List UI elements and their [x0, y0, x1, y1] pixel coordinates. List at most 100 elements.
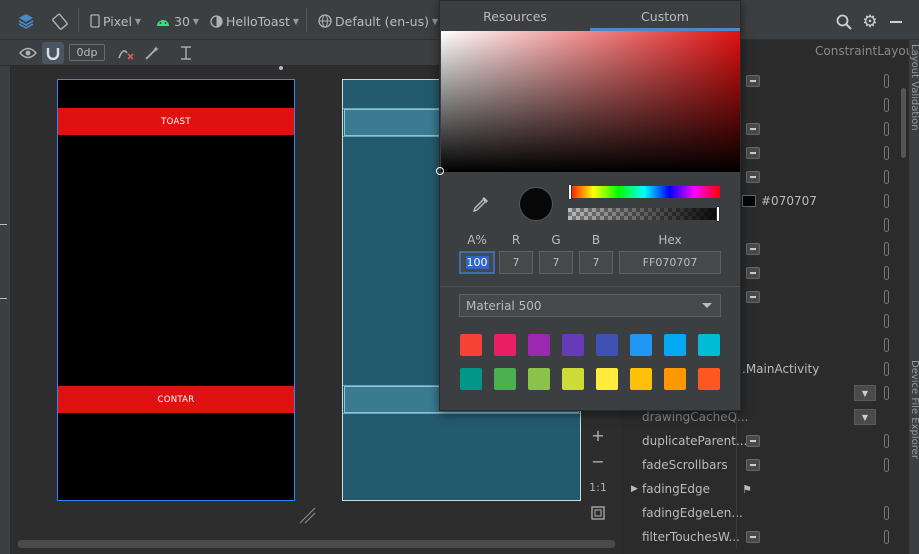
- chevron-down-icon[interactable]: ▼: [854, 409, 876, 425]
- attr-row: fadeScrollbars: [628, 453, 908, 477]
- color-swatch[interactable]: [460, 334, 482, 356]
- theme-selector[interactable]: HelloToast ▼: [210, 10, 299, 32]
- baseline-icon[interactable]: [176, 44, 196, 62]
- attr-toggle[interactable]: [884, 98, 889, 112]
- chevron-down-icon: ▼: [134, 16, 142, 26]
- attr-toggle[interactable]: [884, 362, 889, 376]
- remove-attr-button[interactable]: [746, 291, 760, 303]
- clear-constraints-icon[interactable]: [116, 44, 136, 62]
- gear-icon[interactable]: ⚙: [861, 12, 879, 32]
- zoom-out-button[interactable]: −: [585, 449, 611, 473]
- red-input[interactable]: 7: [499, 251, 533, 274]
- blue-input[interactable]: 7: [579, 251, 613, 274]
- device-file-explorer-tab[interactable]: Device File Explorer: [909, 360, 919, 459]
- green-input[interactable]: 7: [539, 251, 573, 274]
- attr-toggle[interactable]: [884, 506, 889, 520]
- horizontal-scrollbar[interactable]: [18, 540, 615, 548]
- remove-attr-button[interactable]: [746, 243, 760, 255]
- attr-toggle[interactable]: [884, 530, 889, 544]
- api-selector[interactable]: 30 ▼: [155, 10, 199, 32]
- tab-custom[interactable]: Custom: [590, 1, 740, 31]
- alpha-slider-knob[interactable]: [716, 206, 720, 222]
- magic-wand-icon[interactable]: [142, 44, 162, 62]
- hue-slider-knob[interactable]: [568, 184, 572, 200]
- attr-toggle[interactable]: [884, 266, 889, 280]
- attr-toggle[interactable]: [884, 338, 889, 352]
- canvas-top-marker: [279, 66, 283, 70]
- saturation-brightness-area[interactable]: [441, 31, 740, 172]
- design-view[interactable]: TOAST CONTAR: [57, 79, 295, 501]
- eyedropper-icon[interactable]: [471, 194, 491, 214]
- attr-toggle[interactable]: [884, 194, 889, 208]
- remove-attr-button[interactable]: [746, 267, 760, 279]
- attr-name: filterTouchesW...: [642, 530, 740, 544]
- default-margin-field[interactable]: 0dp: [69, 44, 105, 61]
- remove-attr-button[interactable]: [746, 435, 760, 447]
- color-swatch[interactable]: [460, 368, 482, 390]
- phone-icon: [90, 14, 100, 28]
- attr-toggle[interactable]: [884, 122, 889, 136]
- attr-toggle[interactable]: [884, 458, 889, 472]
- resize-handle-icon[interactable]: [297, 505, 317, 525]
- remove-attr-button[interactable]: [746, 171, 760, 183]
- locale-label: Default (en-us): [335, 13, 429, 29]
- saturation-knob[interactable]: [436, 167, 444, 175]
- expand-arrow-icon[interactable]: ▶: [631, 484, 638, 494]
- attr-toggle[interactable]: [884, 146, 889, 160]
- minimize-icon[interactable]: [887, 13, 905, 31]
- background-value[interactable]: #070707: [761, 194, 817, 208]
- color-swatch[interactable]: [528, 334, 550, 356]
- attr-toggle[interactable]: [884, 242, 889, 256]
- palette-select[interactable]: Material 500: [459, 294, 721, 317]
- flag-icon[interactable]: ⚑: [742, 483, 752, 496]
- tab-resources[interactable]: Resources: [440, 1, 590, 31]
- hex-label: Hex: [658, 233, 682, 247]
- color-swatch[interactable]: [562, 368, 584, 390]
- color-swatch[interactable]: [630, 368, 652, 390]
- color-swatch[interactable]: [596, 334, 618, 356]
- locale-selector[interactable]: Default (en-us) ▼: [318, 10, 438, 32]
- remove-attr-button[interactable]: [746, 531, 760, 543]
- remove-attr-button[interactable]: [746, 75, 760, 87]
- orientation-icon[interactable]: [50, 11, 70, 31]
- alpha-slider[interactable]: [568, 208, 720, 220]
- count-button[interactable]: CONTAR: [58, 386, 294, 413]
- color-swatch[interactable]: [562, 334, 584, 356]
- color-swatch[interactable]: [698, 368, 720, 390]
- magnet-icon[interactable]: [42, 42, 64, 64]
- context-value[interactable]: .MainActivity: [742, 362, 819, 376]
- chevron-down-icon[interactable]: ▼: [854, 385, 876, 401]
- remove-attr-button[interactable]: [746, 459, 760, 471]
- attr-toggle[interactable]: [884, 290, 889, 304]
- eye-icon[interactable]: [18, 44, 38, 62]
- background-color-swatch[interactable]: [742, 195, 756, 207]
- hue-slider[interactable]: [568, 186, 720, 198]
- color-swatch[interactable]: [698, 334, 720, 356]
- color-swatch[interactable]: [494, 334, 516, 356]
- remove-attr-button[interactable]: [746, 147, 760, 159]
- color-swatch[interactable]: [664, 368, 686, 390]
- attr-toggle[interactable]: [884, 218, 889, 232]
- search-icon[interactable]: [835, 13, 853, 31]
- color-swatch[interactable]: [596, 368, 618, 390]
- color-swatch[interactable]: [630, 334, 652, 356]
- attributes-scrollbar[interactable]: [901, 88, 906, 158]
- attr-toggle[interactable]: [884, 386, 889, 400]
- alpha-percent-input[interactable]: 100: [459, 251, 495, 274]
- zoom-in-button[interactable]: +: [585, 423, 611, 447]
- device-selector[interactable]: Pixel ▼: [90, 10, 141, 32]
- attr-toggle[interactable]: [884, 434, 889, 448]
- color-swatch[interactable]: [494, 368, 516, 390]
- color-swatch[interactable]: [664, 334, 686, 356]
- attr-toggle[interactable]: [884, 314, 889, 328]
- layout-validation-tab[interactable]: Layout Validation: [909, 44, 919, 131]
- attr-toggle[interactable]: [884, 170, 889, 184]
- hex-input[interactable]: FF070707: [619, 251, 721, 274]
- layers-icon[interactable]: [16, 11, 36, 31]
- zoom-one-to-one-button[interactable]: 1:1: [585, 475, 611, 499]
- remove-attr-button[interactable]: [746, 123, 760, 135]
- color-swatch[interactable]: [528, 368, 550, 390]
- zoom-fit-icon[interactable]: [585, 501, 611, 525]
- toast-button[interactable]: TOAST: [58, 108, 294, 135]
- attr-toggle[interactable]: [884, 74, 889, 88]
